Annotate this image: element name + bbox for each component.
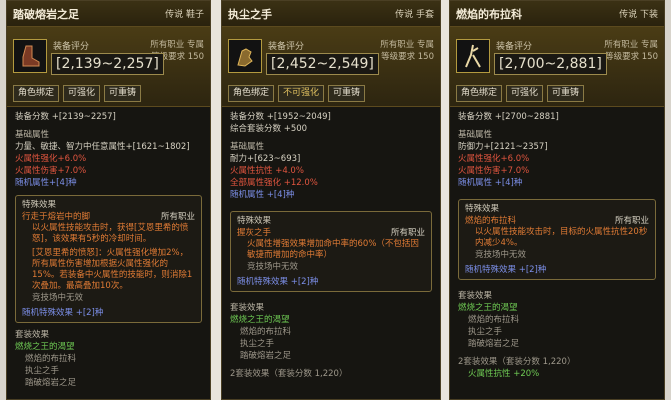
level-requirement: 等级要求 150 xyxy=(605,52,658,62)
class-requirement: 所有职业 专属 xyxy=(150,40,204,50)
special-effect-box: 特殊效果 燃焰的布拉科 所有职业 以火属性技能攻击时，目标的火属性抗性20秒内减… xyxy=(458,199,656,280)
set-bonus-line: 火属性抗性 +20% xyxy=(468,369,540,379)
enhance-button[interactable]: 不可强化 xyxy=(278,85,325,102)
item-header: 踏破熔岩之足 传说 鞋子 xyxy=(7,1,210,27)
item-header: 执尘之手 传说 手套 xyxy=(222,1,440,27)
special-effect-title: 特殊效果 xyxy=(465,204,500,214)
item-tooltip-pants: 燃焰的布拉科 传说 下装 装备评分 所有职业 专属 等级要求 150 [2,70… xyxy=(449,0,665,400)
item-rarity-slot: 传说 手套 xyxy=(395,10,434,20)
pants-icon xyxy=(456,39,490,73)
item-header: 燃焰的布拉科 传说 下装 xyxy=(450,1,664,27)
reforge-button[interactable]: 可重铸 xyxy=(328,85,366,102)
reforge-button[interactable]: 可重铸 xyxy=(547,85,585,102)
item-summary: 装备评分 所有职业 专属 等级要求 150 [2,452~2,549] 角色绑定… xyxy=(222,27,440,107)
level-requirement: 等级要求 150 xyxy=(381,52,434,62)
set-item: 执尘之手 xyxy=(25,366,60,376)
set-total-score: 综合套装分数 +500 xyxy=(230,124,308,134)
effect-description: 以火属性技能攻击时，目标的火属性抗性20秒内减少4%。 xyxy=(475,227,648,248)
equip-score: 装备分数 +[2700~2881] xyxy=(458,112,559,122)
set-item: 执尘之手 xyxy=(468,327,503,337)
special-effect-title: 特殊效果 xyxy=(237,216,272,226)
set-name: 燃烧之王的渴望 xyxy=(230,315,290,325)
basic-attr-line: 火属性伤害+7.0% xyxy=(458,166,530,176)
set-item: 踏破熔岩之足 xyxy=(468,339,520,349)
item-name: 燃焰的布拉科 xyxy=(456,7,522,21)
effect-requirement: 所有职业 xyxy=(390,228,425,238)
class-requirement: 所有职业 专属 xyxy=(604,40,658,50)
bind-button[interactable]: 角色绑定 xyxy=(228,85,275,102)
effect-requirement: 所有职业 xyxy=(614,216,649,226)
set-bonus: 2套装效果（套装分数 1,220） xyxy=(458,357,576,367)
effect-description: 火属性增强效果增加命中率的60%（不包括因敏捷而增加的命中率） xyxy=(247,239,419,260)
equip-score: 装备分数 +[2139~2257] xyxy=(15,112,116,122)
class-requirement: 所有职业 专属 xyxy=(380,40,434,50)
score-range: [2,452~2,549] xyxy=(266,53,379,75)
special-effect-title: 特殊效果 xyxy=(22,200,57,210)
effect-description: 以火属性技能攻击时，获得[艾恩里希的愤怒]，该效果有5秒的冷却时间。 xyxy=(32,223,189,244)
score-range: [2,139~2,257] xyxy=(51,53,164,75)
effect-name: 行走于熔岩中的脚 xyxy=(22,212,91,222)
basic-attr-line: 火属性抗性 +4.0% xyxy=(230,166,304,176)
set-item: 踏破熔岩之足 xyxy=(240,351,292,361)
basic-attr-line: 随机属性+[4]种 xyxy=(15,178,77,188)
item-summary: 装备评分 所有职业 专属 等级要求 150 [2,139~2,257] 角色绑定… xyxy=(7,27,210,107)
basic-attr-title: 基础属性 xyxy=(15,130,50,140)
set-name: 燃烧之王的渴望 xyxy=(458,303,518,313)
basic-attr-line: 火属性强化+6.0% xyxy=(458,154,530,164)
item-requirements: 所有职业 专属 等级要求 150 xyxy=(604,39,658,63)
effect-description: [艾恩里希的愤怒]：火属性强化增加2%，所有属性伤害增加根据火属性强化的15%。… xyxy=(32,248,193,291)
item-rarity-slot: 传说 下装 xyxy=(619,10,658,20)
arena-note: 竞技场中无效 xyxy=(247,262,299,272)
arena-note: 竞技场中无效 xyxy=(475,250,527,260)
bind-button[interactable]: 角色绑定 xyxy=(13,85,60,102)
basic-attr-line: 随机属性 +[4]种 xyxy=(458,178,523,188)
basic-attr-title: 基础属性 xyxy=(458,130,493,140)
basic-attr-line: 随机属性 +[4]种 xyxy=(230,190,295,200)
item-tooltip-boots: 踏破熔岩之足 传说 鞋子 装备评分 所有职业 专属 等级要求 150 [2,13… xyxy=(6,0,211,400)
special-effect-box: 特殊效果 行走于熔岩中的脚 所有职业 以火属性技能攻击时，获得[艾恩里希的愤怒]… xyxy=(15,195,202,323)
effect-requirement: 所有职业 xyxy=(160,212,195,222)
set-item: 燃焰的布拉科 xyxy=(240,327,292,337)
reforge-button[interactable]: 可重铸 xyxy=(104,85,142,102)
basic-attr-line: 火属性强化+6.0% xyxy=(15,154,87,164)
enhance-button[interactable]: 可强化 xyxy=(63,85,101,102)
bind-button[interactable]: 角色绑定 xyxy=(456,85,503,102)
set-item: 燃焰的布拉科 xyxy=(25,354,77,364)
item-tooltip-gloves: 执尘之手 传说 手套 装备评分 所有职业 专属 等级要求 150 [2,452~… xyxy=(221,0,441,400)
item-requirements: 所有职业 专属 等级要求 150 xyxy=(380,39,434,63)
set-name: 燃烧之王的渴望 xyxy=(15,342,75,352)
random-special: 随机特殊效果 +[2]种 xyxy=(237,277,319,287)
basic-attr-line: 耐力+[623~693] xyxy=(230,154,301,164)
score-range: [2,700~2,881] xyxy=(494,53,607,75)
special-effect-box: 特殊效果 握灰之手 所有职业 火属性增强效果增加命中率的60%（不包括因敏捷而增… xyxy=(230,211,432,292)
basic-attr-line: 全部属性强化 +12.0% xyxy=(230,178,318,188)
item-name: 执尘之手 xyxy=(228,7,272,21)
item-summary: 装备评分 所有职业 专属 等级要求 150 [2,700~2,881] 角色绑定… xyxy=(450,27,664,107)
set-bonus: 2套装效果（套装分数 1,220） xyxy=(230,369,348,379)
score-title: 装备评分 xyxy=(53,42,90,52)
set-item: 踏破熔岩之足 xyxy=(25,378,77,388)
effect-name: 握灰之手 xyxy=(237,228,272,238)
set-item: 执尘之手 xyxy=(240,339,275,349)
set-effect-title: 套装效果 xyxy=(230,303,265,313)
item-rarity-slot: 传说 鞋子 xyxy=(165,10,204,20)
gloves-icon xyxy=(228,39,262,73)
set-effect-title: 套装效果 xyxy=(15,330,50,340)
equip-score: 装备分数 +[1952~2049] xyxy=(230,112,331,122)
item-name: 踏破熔岩之足 xyxy=(13,7,79,21)
enhance-button[interactable]: 可强化 xyxy=(506,85,544,102)
random-special: 随机特殊效果 +[2]种 xyxy=(22,308,104,318)
arena-note: 竞技场中无效 xyxy=(32,293,84,303)
random-special: 随机特殊效果 +[2]种 xyxy=(465,265,547,275)
score-title: 装备评分 xyxy=(268,42,305,52)
effect-name: 燃焰的布拉科 xyxy=(465,216,517,226)
basic-attr-title: 基础属性 xyxy=(230,142,265,152)
boots-icon xyxy=(13,39,47,73)
score-title: 装备评分 xyxy=(496,42,533,52)
set-item: 燃焰的布拉科 xyxy=(468,315,520,325)
basic-attr-line: 火属性伤害+7.0% xyxy=(15,166,87,176)
set-effect-title: 套装效果 xyxy=(458,291,493,301)
basic-attr-line: 防御力+[2121~2357] xyxy=(458,142,548,152)
basic-attr-line: 力量、敏捷、智力中任意属性+[1621~1802] xyxy=(15,142,190,152)
